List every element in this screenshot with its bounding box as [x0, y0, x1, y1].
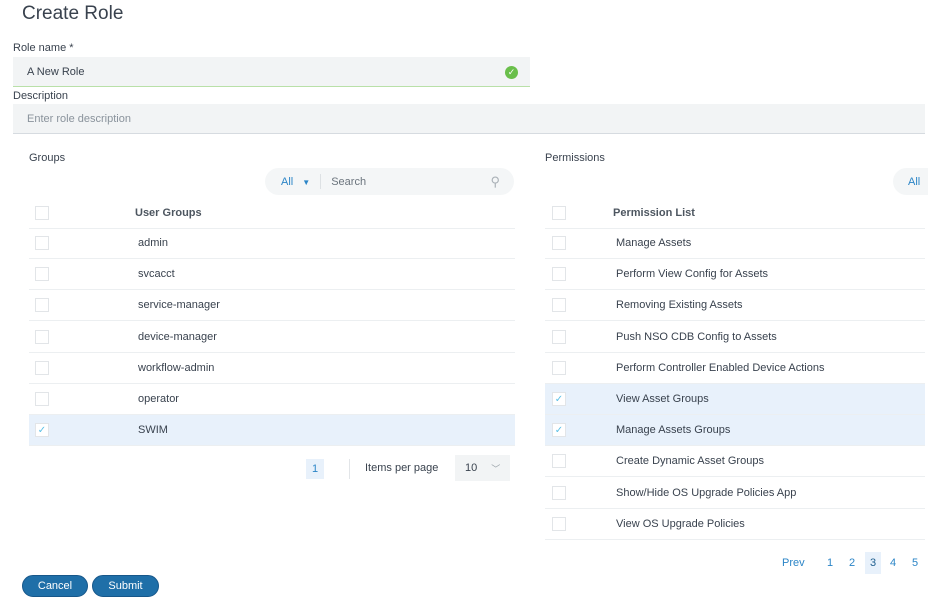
row-label: Perform View Config for Assets [616, 268, 769, 281]
row-label: service-manager [138, 299, 220, 312]
column-header: Permission List [613, 207, 695, 219]
table-row[interactable]: Manage Assets [545, 228, 925, 259]
row-label: svcacct [138, 268, 175, 281]
table-row[interactable]: workflow-admin [29, 353, 515, 384]
items-per-page-select[interactable]: 10 ﹀ [455, 455, 510, 481]
row-label: device-manager [138, 330, 217, 343]
permissions-label: Permissions [545, 152, 605, 164]
table-row[interactable]: Push NSO CDB Config to Assets [545, 322, 925, 353]
row-checkbox[interactable] [552, 236, 566, 250]
row-checkbox[interactable]: ✓ [552, 392, 566, 406]
row-checkbox[interactable] [35, 298, 49, 313]
permissions-table: Permission List Manage Assets Perform Vie… [545, 198, 925, 540]
divider [349, 459, 350, 479]
row-checkbox[interactable]: ✓ [35, 423, 49, 438]
table-header: Permission List [545, 198, 925, 229]
table-row[interactable]: device-manager [29, 322, 515, 353]
table-row[interactable]: Removing Existing Assets [545, 290, 925, 322]
row-label: Perform Controller Enabled Device Action… [616, 361, 825, 374]
row-label: Show/Hide OS Upgrade Policies App [616, 486, 797, 499]
select-all-checkbox[interactable] [552, 206, 566, 220]
row-checkbox[interactable] [552, 298, 566, 313]
table-header: User Groups [29, 198, 515, 229]
user-groups-table: User Groups admin svcacct service-manager d… [29, 198, 515, 447]
valid-check-icon: ✓ [505, 66, 518, 79]
table-row[interactable]: operator [29, 384, 515, 415]
submit-button[interactable]: Submit [92, 575, 159, 597]
items-per-page-value: 10 [465, 462, 478, 474]
groups-search-input[interactable]: Search [331, 176, 490, 188]
groups-search-bar: All ▼ Search ⚲ [265, 168, 514, 195]
row-label: Manage Assets Groups [616, 424, 731, 437]
row-label: Create Dynamic Asset Groups [616, 455, 764, 468]
column-header: User Groups [135, 207, 202, 219]
groups-label: Groups [29, 152, 66, 164]
page-4-button[interactable]: 4 [885, 553, 901, 573]
table-row[interactable]: service-manager [29, 290, 515, 322]
row-checkbox[interactable] [552, 267, 566, 282]
row-label: Push NSO CDB Config to Assets [616, 330, 777, 343]
row-checkbox[interactable] [35, 360, 49, 375]
description-input[interactable]: Enter role description [13, 104, 925, 134]
role-name-label: Role name * [13, 42, 74, 54]
row-label: workflow-admin [138, 361, 215, 374]
role-name-input[interactable]: A New Role ✓ [13, 57, 530, 87]
page-3-button[interactable]: 3 [865, 552, 881, 574]
table-row[interactable]: Perform View Config for Assets [545, 259, 925, 291]
page-2-button[interactable]: 2 [844, 553, 860, 573]
search-icon[interactable]: ⚲ [490, 174, 500, 190]
table-row[interactable]: View OS Upgrade Policies [545, 509, 925, 540]
table-row[interactable]: Create Dynamic Asset Groups [545, 446, 925, 478]
description-label: Description [13, 90, 69, 102]
row-checkbox[interactable] [35, 267, 49, 282]
row-label: admin [138, 237, 168, 249]
select-all-checkbox[interactable] [35, 206, 49, 220]
table-row[interactable]: svcacct [29, 259, 515, 291]
row-checkbox[interactable]: ✓ [552, 423, 566, 438]
chevron-down-icon: ﹀ [491, 463, 501, 474]
page-5-button[interactable]: 5 [907, 553, 923, 573]
groups-page-1[interactable]: 1 [306, 459, 324, 479]
permissions-filter-dropdown[interactable]: All [908, 176, 920, 188]
row-label: Manage Assets [616, 237, 692, 249]
groups-filter-dropdown[interactable]: All ▼ [281, 176, 310, 188]
table-row[interactable]: ✓ Manage Assets Groups [545, 415, 925, 447]
description-placeholder: Enter role description [27, 112, 131, 125]
row-label: operator [138, 393, 179, 405]
cancel-button[interactable]: Cancel [22, 575, 88, 597]
permissions-pagination: Prev 12345 [770, 552, 928, 574]
table-row[interactable]: admin [29, 228, 515, 259]
table-row[interactable]: ✓ View Asset Groups [545, 384, 925, 415]
row-label: Removing Existing Assets [616, 299, 743, 312]
prev-button[interactable]: Prev [782, 553, 805, 573]
row-checkbox[interactable] [35, 329, 49, 344]
row-checkbox[interactable] [552, 516, 566, 531]
page-title: Create Role [22, 3, 124, 24]
row-checkbox[interactable] [35, 236, 49, 250]
permissions-search-bar: All [893, 168, 928, 195]
page-1-button[interactable]: 1 [822, 553, 838, 573]
row-checkbox[interactable] [552, 360, 566, 375]
row-label: SWIM [138, 424, 168, 437]
role-name-value: A New Role [27, 65, 85, 78]
row-checkbox[interactable] [552, 485, 566, 500]
row-label: View Asset Groups [616, 393, 709, 405]
items-per-page-label: Items per page [365, 462, 439, 474]
row-checkbox[interactable] [552, 329, 566, 344]
caret-down-icon: ▼ [302, 177, 311, 187]
row-checkbox[interactable] [552, 454, 566, 469]
row-label: View OS Upgrade Policies [616, 517, 745, 530]
table-row[interactable]: Show/Hide OS Upgrade Policies App [545, 478, 925, 509]
table-row[interactable]: Perform Controller Enabled Device Action… [545, 353, 925, 384]
row-checkbox[interactable] [35, 392, 49, 406]
table-row[interactable]: ✓ SWIM [29, 415, 515, 447]
